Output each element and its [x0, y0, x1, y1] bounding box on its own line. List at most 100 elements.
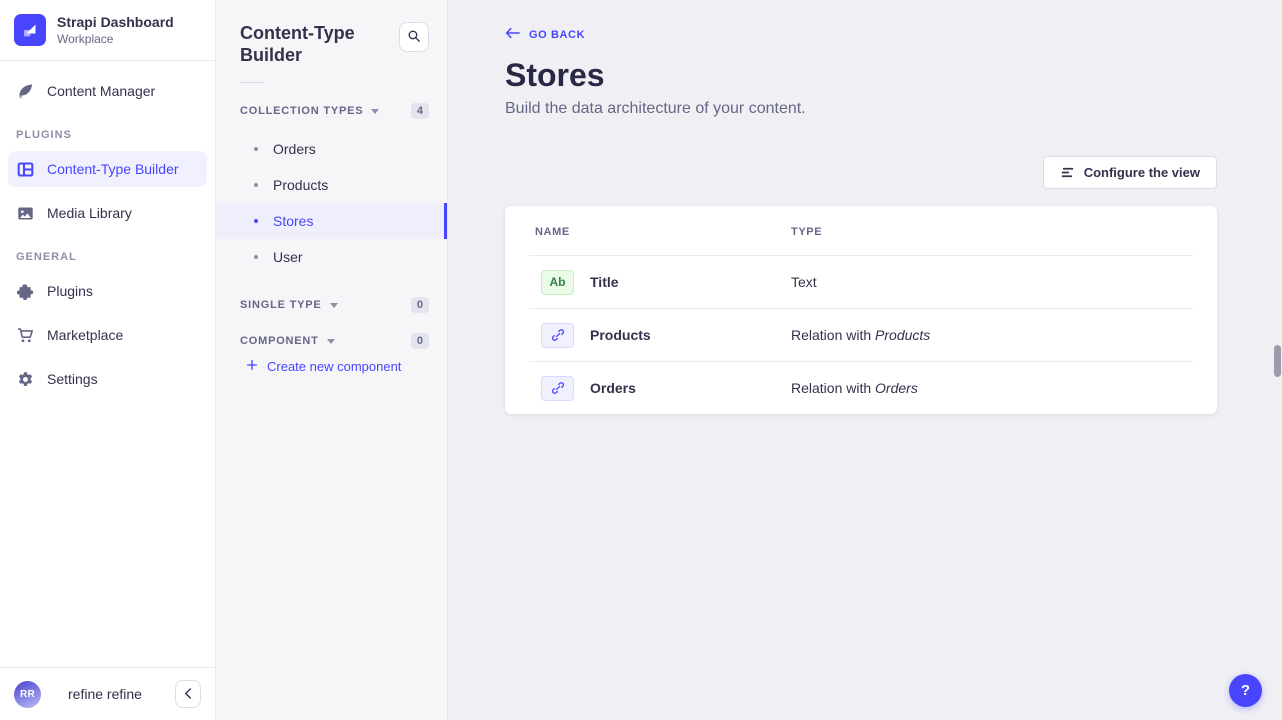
question-mark-icon: ?: [1241, 682, 1250, 699]
strapi-logo-icon: [14, 14, 46, 46]
collection-types-count: 4: [411, 103, 429, 119]
sidebar-item-label: Settings: [47, 371, 98, 387]
collection-type-stores[interactable]: Stores: [216, 203, 447, 239]
scrollbar-track[interactable]: [1272, 0, 1282, 720]
sidebar-nav: Content Manager PLUGINS Content-Type Bui…: [0, 61, 215, 667]
layers-lines-icon: [1060, 165, 1075, 180]
subnav-divider: [240, 82, 264, 83]
sidebar-section-plugins: PLUGINS: [16, 129, 199, 141]
sidebar-item-plugins[interactable]: Plugins: [8, 273, 207, 309]
subnav-title: Content-Type Builder: [240, 22, 375, 66]
collection-type-products[interactable]: Products: [216, 167, 447, 203]
search-icon: [407, 29, 421, 46]
collection-types-label: COLLECTION TYPES: [240, 105, 363, 117]
chevron-left-icon: [184, 687, 193, 702]
field-name: Products: [590, 327, 651, 343]
content-type-builder-subnav: Content-Type Builder COLLECTION TYPES 4 …: [216, 0, 448, 720]
collection-type-user[interactable]: User: [216, 239, 447, 275]
brand-text: Strapi Dashboard Workplace: [57, 14, 174, 46]
field-type-text: Relation with: [791, 380, 875, 396]
main-content: GO BACK Stores Build the data architectu…: [448, 0, 1282, 720]
column-header-type: TYPE: [791, 226, 1193, 238]
component-label: COMPONENT: [240, 335, 319, 347]
bullet-icon: [254, 183, 258, 187]
single-type-label: SINGLE TYPE: [240, 299, 322, 311]
sidebar-item-media-library[interactable]: Media Library: [8, 195, 207, 231]
field-type-entity: Orders: [875, 380, 918, 396]
create-new-component-link[interactable]: Create new component: [216, 353, 447, 382]
workspace-name: Strapi Dashboard: [57, 14, 174, 30]
collapse-sidebar-button[interactable]: [175, 680, 201, 708]
bullet-icon: [254, 219, 258, 223]
page-title: Stores: [505, 57, 1217, 93]
avatar[interactable]: RR: [14, 681, 41, 708]
go-back-link[interactable]: GO BACK: [505, 27, 585, 42]
bullet-icon: [254, 147, 258, 151]
sidebar-item-content-manager[interactable]: Content Manager: [8, 73, 207, 109]
sidebar-footer: RR refine refine: [0, 667, 215, 720]
relation-field-type-icon: [541, 323, 574, 348]
field-type-cell: Relation with Orders: [791, 380, 1193, 396]
sidebar-item-label: Media Library: [47, 205, 132, 221]
table-row[interactable]: Ab Title Text: [505, 256, 1217, 308]
sidebar-item-label: Content Manager: [47, 83, 155, 99]
gear-icon: [16, 370, 34, 388]
field-type-cell: Relation with Products: [791, 327, 1193, 343]
sidebar-section-general: GENERAL: [16, 251, 199, 263]
layout-grid-icon: [16, 160, 34, 178]
actions-bar: Configure the view: [505, 156, 1217, 189]
page-subtitle: Build the data architecture of your cont…: [505, 100, 1217, 118]
fields-table-card: NAME TYPE Ab Title Text: [505, 206, 1217, 414]
field-name: Title: [590, 274, 619, 290]
help-button[interactable]: ?: [1229, 674, 1262, 707]
shopping-cart-icon: [16, 326, 34, 344]
component-count: 0: [411, 333, 429, 349]
configure-view-label: Configure the view: [1084, 165, 1200, 180]
configure-view-button[interactable]: Configure the view: [1043, 156, 1217, 189]
scrollbar-thumb[interactable]: [1274, 345, 1281, 377]
field-name-cell: Ab Title: [541, 270, 791, 295]
field-type-text: Relation with: [791, 327, 875, 343]
sidebar-item-label: Content-Type Builder: [47, 161, 179, 177]
collection-type-label: User: [273, 249, 303, 265]
create-new-component-label: Create new component: [267, 359, 401, 374]
field-name-cell: Orders: [541, 376, 791, 401]
collection-types-header[interactable]: COLLECTION TYPES 4: [216, 93, 447, 129]
table-header: NAME TYPE: [505, 206, 1217, 255]
table-row[interactable]: Orders Relation with Orders: [505, 362, 1217, 414]
chevron-down-icon: [330, 303, 338, 308]
workspace-brand[interactable]: Strapi Dashboard Workplace: [0, 0, 215, 61]
field-name-cell: Products: [541, 323, 791, 348]
text-field-type-icon: Ab: [541, 270, 574, 295]
collection-type-label: Products: [273, 177, 328, 193]
subnav-header: Content-Type Builder: [216, 0, 447, 66]
go-back-label: GO BACK: [529, 29, 585, 41]
feather-pen-icon: [16, 82, 34, 100]
collection-type-orders[interactable]: Orders: [216, 131, 447, 167]
collection-types-list: Orders Products Stores User: [216, 131, 447, 275]
sidebar-item-label: Plugins: [47, 283, 93, 299]
user-name: refine refine: [68, 686, 175, 702]
bullet-icon: [254, 255, 258, 259]
collection-type-label: Stores: [273, 213, 313, 229]
single-type-header[interactable]: SINGLE TYPE 0: [216, 287, 447, 323]
column-header-name: NAME: [535, 226, 791, 238]
chevron-down-icon: [371, 109, 379, 114]
arrow-left-icon: [505, 27, 520, 42]
search-button[interactable]: [399, 22, 429, 52]
puzzle-icon: [16, 282, 34, 300]
sidebar-item-settings[interactable]: Settings: [8, 361, 207, 397]
field-name: Orders: [590, 380, 636, 396]
component-header[interactable]: COMPONENT 0: [216, 323, 447, 353]
single-type-count: 0: [411, 297, 429, 313]
sidebar-item-content-type-builder[interactable]: Content-Type Builder: [8, 151, 207, 187]
table-row[interactable]: Products Relation with Products: [505, 309, 1217, 361]
workspace-subtitle: Workplace: [57, 32, 174, 46]
sidebar-item-marketplace[interactable]: Marketplace: [8, 317, 207, 353]
plus-icon: [246, 359, 258, 374]
field-type-text: Text: [791, 274, 817, 290]
image-icon: [16, 204, 34, 222]
sidebar-item-label: Marketplace: [47, 327, 123, 343]
collection-type-label: Orders: [273, 141, 316, 157]
field-type-cell: Text: [791, 274, 1193, 290]
